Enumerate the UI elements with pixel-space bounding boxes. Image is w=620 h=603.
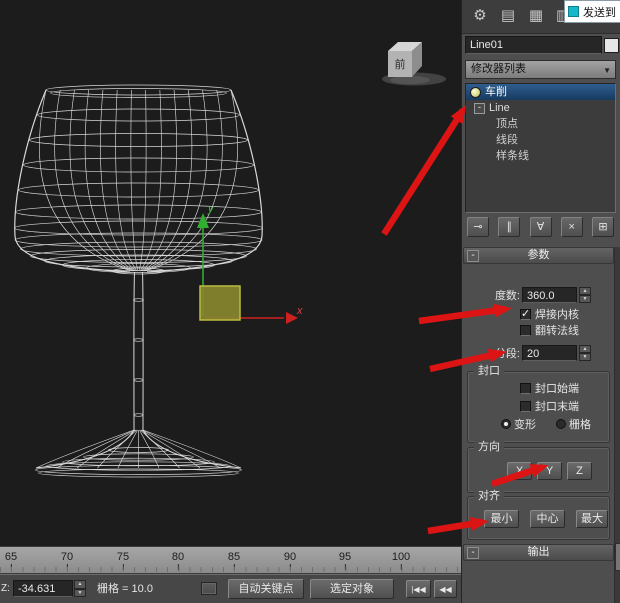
send-to-popup[interactable]: 发送到 [564,0,620,23]
object-name-field[interactable] [465,36,602,54]
viewcube[interactable]: 前 [382,42,446,86]
stack-item-label: 顶点 [496,118,518,130]
wineglass-wireframe [14,84,263,478]
display-panel-icon[interactable]: ▦ [526,6,546,26]
grid-radio[interactable] [556,419,566,429]
capping-group-title: 封口 [474,365,504,378]
stack-item-label: Line [489,102,510,114]
spinner-down-icon[interactable]: ▼ [579,295,591,303]
remove-modifier-button[interactable]: × [560,217,583,237]
degrees-spinner[interactable]: ▲ ▼ [579,287,591,303]
segments-field[interactable]: 20 [522,345,577,361]
spinner-up-icon[interactable]: ▲ [579,345,591,353]
stack-item-line[interactable]: - Line [466,100,615,116]
degrees-field[interactable]: 360.0 [522,287,577,303]
pin-stack-button[interactable]: ⊸ [467,217,489,237]
cap-end-checkbox[interactable] [520,401,531,412]
parameters-rollout-header[interactable]: - 参数 [463,247,614,264]
axis-y-label: y [207,203,215,215]
selection-filter-button[interactable]: 选定对象 [310,579,394,599]
degrees-label: 度数: [494,290,520,302]
previous-frame-button[interactable]: ◀◀ [434,580,457,598]
send-to-icon [568,6,579,17]
align-group: 对齐 最小 中心 最大 [467,490,610,540]
grid-label: 栅格 [569,419,591,431]
z-coordinate-spinner[interactable]: ▲ ▼ [74,580,86,597]
z-coordinate-field[interactable]: -34.631 [13,580,73,597]
collapse-icon[interactable]: - [467,547,479,559]
parameters-rollout-title: 参数 [527,249,550,261]
keyboard-override-icon[interactable] [201,582,217,595]
modifier-stack: 车削 - Line 顶点 线段 样条线 [465,83,616,213]
stack-item-spline[interactable]: 样条线 [466,148,615,164]
grid-size-label: 栅格 = 10.0 [97,583,153,595]
morph-label: 变形 [514,419,536,431]
gear-icon[interactable]: ⚙ [470,6,490,26]
chevron-down-icon: ▼ [603,66,611,75]
y-axis-arrowhead [197,213,209,228]
align-max-button[interactable]: 最大 [576,510,608,528]
stack-item-label: 车削 [485,86,507,98]
modifier-stack-toolbar: ⊸ ∥ ∀ × ⊞ [465,217,616,239]
spinner-up-icon[interactable]: ▲ [579,287,591,295]
panel-scrollbar-thumb[interactable] [615,543,620,571]
stack-item-vertex[interactable]: 顶点 [466,116,615,132]
z-coordinate-label: Z: [1,583,10,594]
stack-item-label: 线段 [496,134,518,146]
axis-gizmo[interactable]: y x [197,203,303,324]
direction-x-button[interactable]: X [507,462,532,480]
stack-item-label: 样条线 [496,150,529,162]
make-unique-button[interactable]: ∀ [529,217,552,237]
direction-group: 方向 X Y Z [467,441,610,493]
collapse-tree-icon[interactable]: - [474,102,485,114]
weld-core-checkbox[interactable] [520,307,531,320]
direction-z-button[interactable]: Z [567,462,592,480]
cap-end-label: 封口末端 [535,401,579,413]
spinner-down-icon[interactable]: ▼ [579,353,591,361]
segments-label: 分段: [494,348,520,360]
direction-y-button[interactable]: Y [537,462,562,480]
timeline-ruler[interactable]: 65 70 75 80 85 90 95 100 [0,546,461,574]
command-panel: ⚙ ▤ ▦ ▥ 发送到 修改器列表 ▼ 车削 - Line 顶点 线段 [461,0,620,603]
minor-ticks [0,567,461,572]
cap-start-checkbox[interactable] [520,383,531,394]
axis-x-label: x [296,305,303,317]
collapse-icon[interactable]: - [467,250,479,262]
spinner-down-icon[interactable]: ▼ [74,588,86,597]
weld-core-label: 焊接内核 [535,309,579,321]
cap-start-label: 封口始端 [535,383,579,395]
go-to-start-button[interactable]: |◀◀ [406,580,431,598]
3dsmax-window: y x 前 ⚙ ▤ ▦ ▥ 发送到 修改器列表 [0,0,620,603]
modifier-list-dropdown[interactable]: 修改器列表 ▼ [465,60,616,79]
show-end-result-button[interactable]: ∥ [498,217,521,237]
viewport-canvas: y x 前 [14,42,446,478]
lightbulb-icon[interactable] [470,86,481,98]
object-color-swatch[interactable] [604,38,619,53]
gizmo-plane-handle[interactable] [199,285,241,321]
align-min-button[interactable]: 最小 [484,510,519,528]
output-rollout-title: 输出 [527,546,550,558]
direction-group-title: 方向 [474,441,504,454]
panel-scrollbar[interactable] [614,247,620,603]
output-rollout-header[interactable]: - 输出 [463,544,614,561]
spinner-up-icon[interactable]: ▲ [74,580,86,589]
viewport[interactable]: y x 前 [0,0,461,546]
status-bar: Z: -34.631 ▲ ▼ 栅格 = 10.0 自动关键点 选定对象 |◀◀ … [0,574,461,603]
morph-radio[interactable] [501,419,511,429]
segments-spinner[interactable]: ▲ ▼ [579,345,591,361]
modifier-list-label: 修改器列表 [471,63,526,75]
auto-key-button[interactable]: 自动关键点 [228,579,304,599]
flip-normals-label: 翻转法线 [535,325,579,337]
list-panel-icon[interactable]: ▤ [498,6,518,26]
capping-group: 封口 封口始端 封口末端 变形 栅格 [467,365,610,443]
viewcube-front-label: 前 [395,57,406,71]
align-center-button[interactable]: 中心 [530,510,565,528]
stack-item-lathe[interactable]: 车削 [466,84,615,100]
send-to-label: 发送到 [583,6,616,19]
flip-normals-checkbox[interactable] [520,325,531,336]
configure-stack-button[interactable]: ⊞ [592,217,614,237]
stack-item-segment[interactable]: 线段 [466,132,615,148]
align-group-title: 对齐 [474,490,504,503]
